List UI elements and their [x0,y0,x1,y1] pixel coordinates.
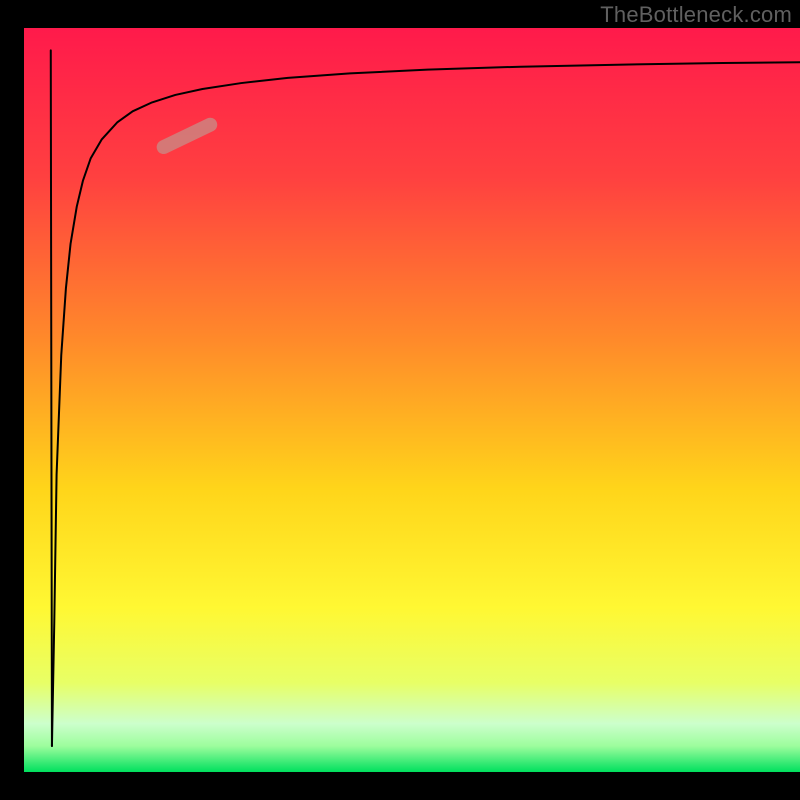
plot-background [24,28,800,772]
chart-svg [0,0,800,800]
watermark-text: TheBottleneck.com [600,2,792,28]
spike-down [51,50,52,746]
chart-stage: TheBottleneck.com [0,0,800,800]
frame-left [0,0,24,800]
frame-bottom [0,772,800,800]
